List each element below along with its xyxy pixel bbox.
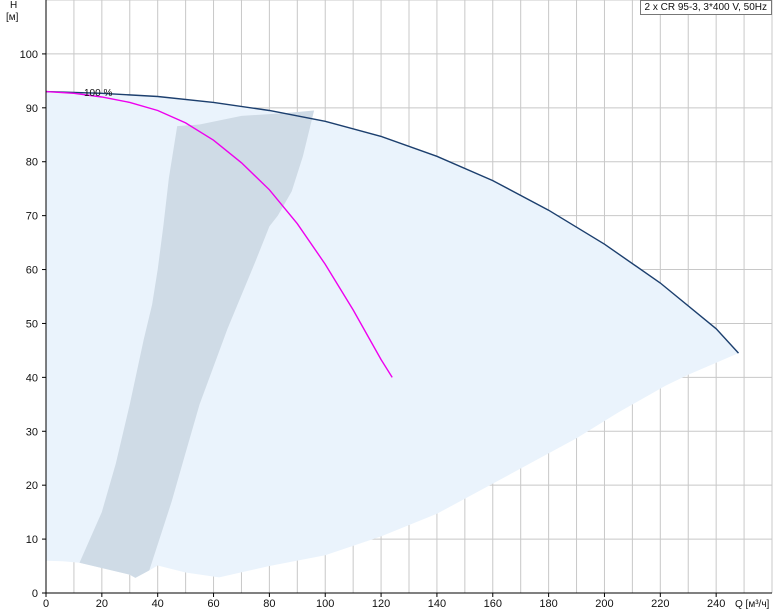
y-tick-label: 70 xyxy=(26,211,38,223)
y-axis-unit: [м] xyxy=(6,12,19,23)
x-tick-label: 80 xyxy=(263,598,275,610)
x-axis-title: Q [м³/ч] xyxy=(735,599,770,610)
x-tick-label: 160 xyxy=(484,598,502,610)
y-tick-label: 20 xyxy=(26,480,38,492)
y-tick-label: 10 xyxy=(26,534,38,546)
pump-curve-chart: 0 20 40 60 80 100 120 140 160 180 200 220 240 0 10 20 30… xyxy=(6,0,773,610)
x-tick-label: 0 xyxy=(43,598,49,610)
chart-title-box: 2 x CR 95-3, 3*400 V, 50Hz xyxy=(639,0,772,15)
x-tick-label: 20 xyxy=(96,598,108,610)
y-axis-title: H xyxy=(10,0,17,11)
operating-regions xyxy=(46,91,739,578)
x-tick-label: 240 xyxy=(707,598,725,610)
y-tick-label: 90 xyxy=(26,103,38,115)
series-label-100: 100 % xyxy=(84,88,112,99)
y-tick-label: 0 xyxy=(32,588,38,600)
y-tick-label: 40 xyxy=(26,372,38,384)
x-tick-label: 140 xyxy=(428,598,446,610)
y-tick-label: 100 xyxy=(20,49,38,61)
x-tick-label: 120 xyxy=(372,598,390,610)
y-tick-label: 80 xyxy=(26,157,38,169)
y-tick-label: 30 xyxy=(26,426,38,438)
y-tick-label: 60 xyxy=(26,265,38,277)
chart-title: 2 x CR 95-3, 3*400 V, 50Hz xyxy=(644,2,767,13)
x-tick-label: 220 xyxy=(651,598,669,610)
x-tick-label: 200 xyxy=(595,598,613,610)
x-tick-label: 60 xyxy=(207,598,219,610)
x-tick-label: 40 xyxy=(152,598,164,610)
x-tick-label: 180 xyxy=(539,598,557,610)
y-tick-label: 50 xyxy=(26,318,38,330)
x-tick-label: 100 xyxy=(316,598,334,610)
